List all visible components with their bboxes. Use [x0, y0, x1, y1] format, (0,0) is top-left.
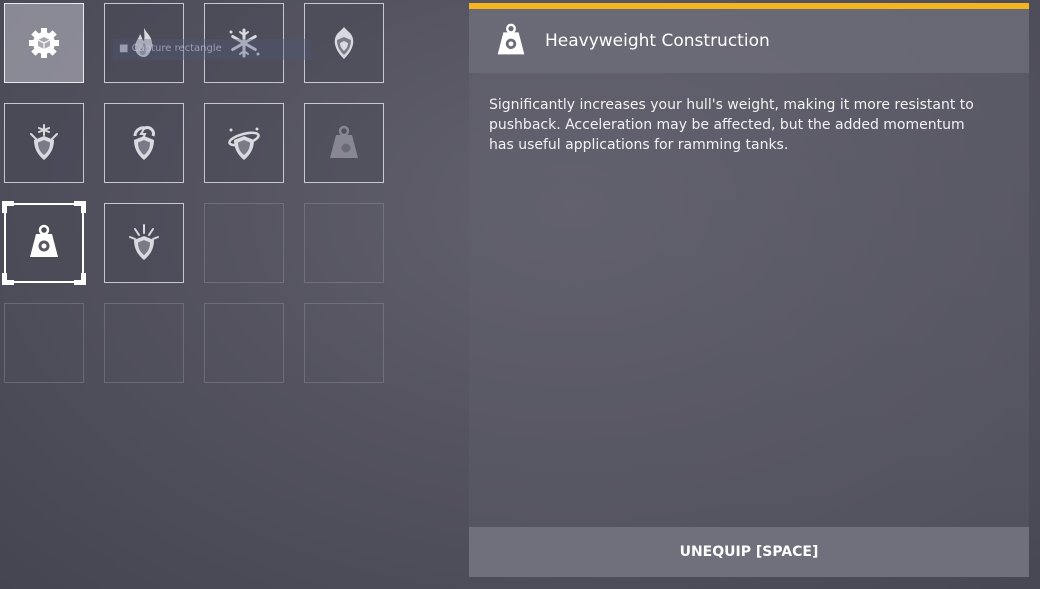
orbit-shield-icon — [223, 122, 265, 164]
perk-slot-heavyweight[interactable] — [2, 201, 86, 285]
perk-slot-fire-shield[interactable] — [304, 3, 384, 83]
perk-slot-empty — [4, 303, 84, 383]
selection-corner — [2, 273, 14, 285]
perk-description: Significantly increases your hull's weig… — [489, 97, 974, 153]
gear-box-icon — [23, 22, 65, 64]
perk-slot-empty — [104, 303, 184, 383]
selection-corner — [74, 201, 86, 213]
perk-slot-empty — [204, 203, 284, 283]
shock-shield-icon — [123, 122, 165, 164]
perk-slot-empty — [204, 303, 284, 383]
perk-title: Heavyweight Construction — [545, 31, 770, 51]
perk-slot-empty — [304, 303, 384, 383]
fire-shield-icon — [323, 22, 365, 64]
spark-shield-icon — [123, 222, 165, 264]
perk-details-panel: Heavyweight Construction Significantly i… — [469, 3, 1029, 577]
perk-slot-spark-shield[interactable] — [104, 203, 184, 283]
weight-icon — [323, 122, 365, 164]
heavyweight-icon — [491, 21, 531, 61]
perk-slot-orbit-shield[interactable] — [204, 103, 284, 183]
perk-slot-empty — [304, 203, 384, 283]
unequip-button[interactable]: UNEQUIP [SPACE] — [469, 527, 1029, 577]
selection-corner — [74, 273, 86, 285]
perk-slot-frost-shield[interactable] — [4, 103, 84, 183]
perk-grid — [2, 3, 384, 383]
selection-corner — [2, 201, 14, 213]
perk-slot-weight[interactable] — [304, 103, 384, 183]
heavyweight-icon — [23, 222, 65, 264]
frost-shield-icon — [23, 122, 65, 164]
panel-header: Heavyweight Construction — [469, 9, 1029, 73]
perk-slot-shock-shield[interactable] — [104, 103, 184, 183]
capture-rectangle-overlay: ■ Capture rectangle — [113, 39, 311, 60]
perk-slot-gear[interactable] — [4, 3, 84, 83]
